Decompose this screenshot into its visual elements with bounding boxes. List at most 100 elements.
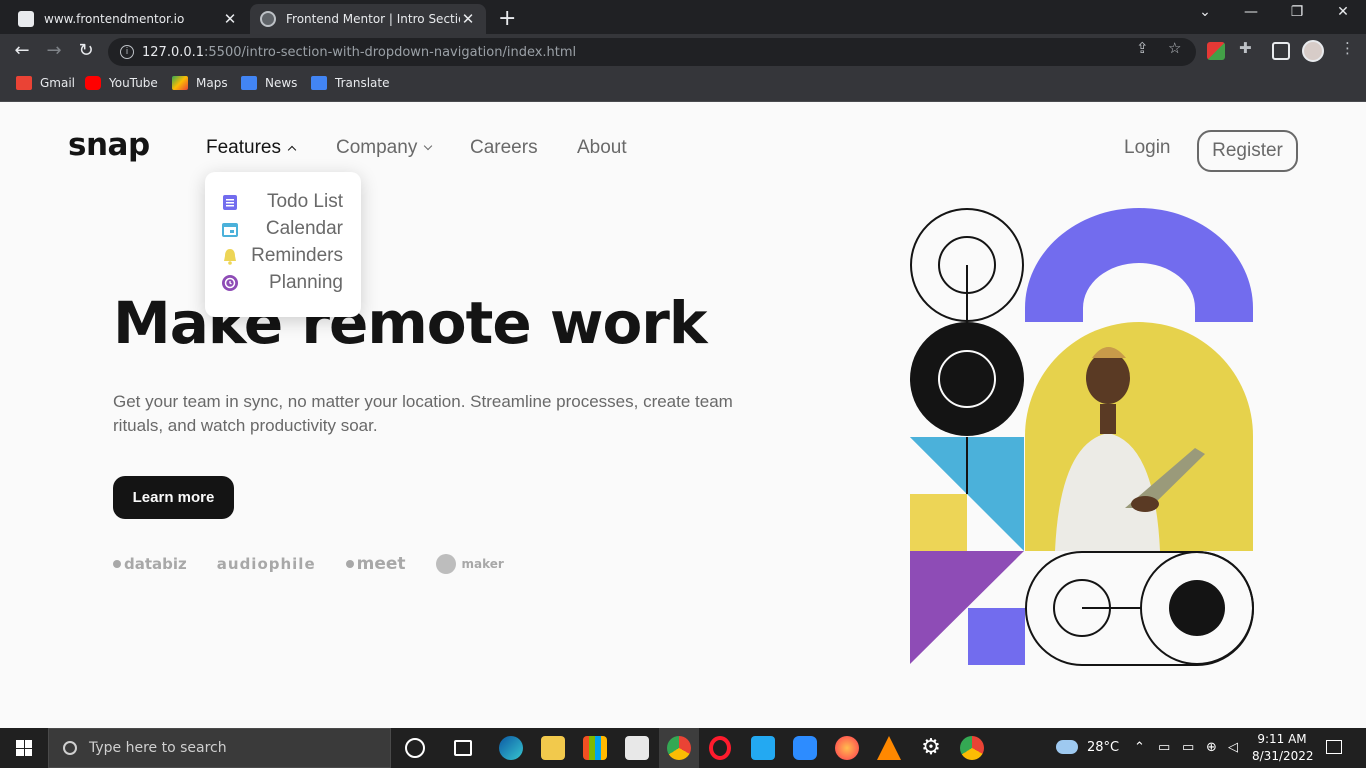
edge-icon[interactable] <box>499 736 523 760</box>
cortana-icon[interactable] <box>405 738 425 758</box>
youtube-icon <box>85 76 101 90</box>
network-globe-icon[interactable]: ⊕ <box>1206 740 1217 755</box>
client-name: maker <box>461 557 504 571</box>
translate-icon <box>311 76 327 90</box>
windows-taskbar: Type here to search ⚙ 28°C ⌃ ▭ ▭ ⊕ ◁ 9:1… <box>0 728 1366 768</box>
mail-icon[interactable] <box>625 736 649 760</box>
tab-search-icon[interactable]: ⌄ <box>1182 4 1228 20</box>
reload-icon[interactable]: ↻ <box>74 40 98 61</box>
gmail-icon <box>16 76 32 90</box>
client-name: audiophile <box>216 555 316 573</box>
maps-icon <box>172 76 188 90</box>
chevron-down-icon <box>424 141 433 151</box>
tab-title: www.frontendmentor.io <box>44 12 185 26</box>
search-placeholder: Type here to search <box>89 740 227 756</box>
snap-logo[interactable]: snap <box>68 127 150 163</box>
hero-subtext: Get your team in sync, no matter your lo… <box>113 392 733 435</box>
clock-date: 8/31/2022 <box>1252 749 1314 763</box>
nav-about[interactable]: About <box>577 137 627 159</box>
learn-more-button[interactable]: Learn more <box>113 476 234 519</box>
taskbar-search-box[interactable]: Type here to search <box>48 728 391 768</box>
menu-item-planning[interactable]: Planning <box>221 271 343 295</box>
restore-icon[interactable]: ❐ <box>1274 4 1320 20</box>
meet-dot-icon <box>345 560 354 568</box>
bookmark-label: Maps <box>196 76 228 90</box>
profile-avatar[interactable] <box>1302 40 1324 62</box>
side-panel-icon[interactable] <box>1272 42 1290 60</box>
nav-features-label: Features <box>206 137 281 158</box>
opera-icon[interactable] <box>709 736 731 760</box>
bookmark-youtube[interactable]: YouTube <box>85 76 158 90</box>
extension-colorful-icon[interactable] <box>1207 42 1225 60</box>
nav-company[interactable]: Company <box>336 137 433 159</box>
menu-item-calendar[interactable]: Calendar <box>221 217 343 241</box>
settings-gear-icon[interactable]: ⚙ <box>919 736 943 760</box>
zoom-icon[interactable] <box>793 736 817 760</box>
tab-frontendmentor[interactable]: www.frontendmentor.io ✕ <box>8 4 248 34</box>
maker-icon <box>435 554 456 574</box>
bookmark-star-icon[interactable]: ☆ <box>1168 39 1181 57</box>
taskbar-clock[interactable]: 9:11 AM 8/31/2022 <box>1252 731 1314 765</box>
firefox-icon[interactable] <box>835 736 859 760</box>
bookmark-gmail[interactable]: Gmail <box>16 76 75 90</box>
back-icon[interactable]: ← <box>10 40 34 61</box>
bell-icon <box>224 249 236 265</box>
nav-careers[interactable]: Careers <box>470 137 538 159</box>
frontendmentor-favicon-icon <box>18 11 34 27</box>
register-button[interactable]: Register <box>1197 130 1298 172</box>
client-logo-audiophile: audiophile <box>217 555 316 573</box>
tray-app-icon[interactable]: ▭ <box>1158 740 1170 755</box>
new-tab-icon[interactable]: + <box>498 6 516 31</box>
hero-headline: Make remote work <box>113 289 707 357</box>
menu-item-reminders[interactable]: Reminders <box>221 244 343 268</box>
notifications-icon[interactable] <box>1326 740 1342 754</box>
vscode-icon[interactable] <box>751 736 775 760</box>
share-icon[interactable]: ⇪ <box>1136 39 1149 57</box>
url-host: 127.0.0.1 <box>142 44 205 60</box>
tray-chevron-up-icon[interactable]: ⌃ <box>1134 740 1145 755</box>
file-explorer-icon[interactable] <box>541 736 565 760</box>
client-logo-databiz: databiz <box>113 555 187 573</box>
volume-icon[interactable]: ◁ <box>1228 740 1238 755</box>
chrome-icon-2[interactable] <box>960 736 984 760</box>
extensions-puzzle-icon[interactable]: ✚ <box>1239 39 1252 57</box>
windows-start-icon[interactable] <box>16 740 32 756</box>
site-info-icon[interactable]: i <box>120 45 134 59</box>
battery-icon[interactable]: ▭ <box>1182 740 1194 755</box>
menu-item-todo-list[interactable]: Todo List <box>221 190 343 214</box>
menu-item-label: Todo List <box>266 191 343 212</box>
weather-cloud-icon[interactable] <box>1056 740 1078 754</box>
nav-features[interactable]: Features <box>206 137 297 159</box>
client-name: databiz <box>124 555 187 573</box>
bookmark-translate[interactable]: Translate <box>311 76 390 90</box>
close-window-icon[interactable]: ✕ <box>1320 4 1366 20</box>
address-bar[interactable]: i 127.0.0.1 :5500/intro-section-with-dro… <box>108 38 1196 66</box>
browser-tab-bar: www.frontendmentor.io ✕ Frontend Mentor … <box>0 0 1366 34</box>
weather-temp[interactable]: 28°C <box>1087 740 1119 755</box>
client-name: meet <box>356 554 406 574</box>
close-tab-icon[interactable]: ✕ <box>222 10 238 28</box>
tab-intro-section[interactable]: Frontend Mentor | Intro Section W ✕ <box>250 4 486 34</box>
news-icon <box>241 76 257 90</box>
login-link[interactable]: Login <box>1124 137 1171 159</box>
microsoft-store-icon[interactable] <box>583 736 607 760</box>
bookmark-label: Translate <box>335 76 390 90</box>
menu-item-label: Calendar <box>265 218 343 239</box>
close-tab-icon[interactable]: ✕ <box>460 10 476 28</box>
client-logo-maker: maker <box>435 554 504 574</box>
menu-kebab-icon[interactable]: ⋮ <box>1340 39 1355 57</box>
bookmark-news[interactable]: News <box>241 76 297 90</box>
loading-favicon-icon <box>260 11 276 27</box>
bookmarks-bar: Gmail YouTube Maps News Translate <box>0 70 1366 102</box>
vlc-icon[interactable] <box>877 736 901 760</box>
task-view-icon[interactable] <box>454 740 472 756</box>
menu-item-label: Reminders <box>251 245 343 266</box>
minimize-icon[interactable]: — <box>1228 4 1274 20</box>
bookmark-label: Gmail <box>40 76 76 90</box>
features-dropdown-menu: Todo List Calendar Reminders Planning <box>205 172 361 317</box>
databiz-dot-icon <box>113 560 121 568</box>
forward-icon[interactable]: → <box>42 40 66 61</box>
chrome-icon[interactable] <box>667 736 691 760</box>
url-path: :5500/intro-section-with-dropdown-naviga… <box>204 44 577 60</box>
bookmark-maps[interactable]: Maps <box>172 76 228 90</box>
